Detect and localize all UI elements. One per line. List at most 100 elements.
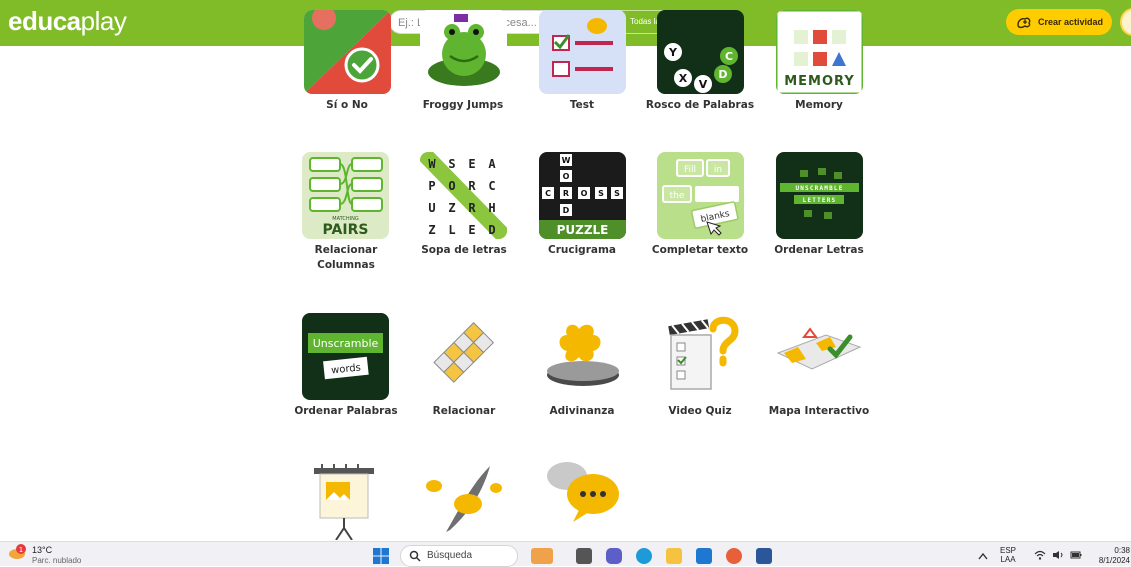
svg-text:A: A [488,157,496,171]
activity-label: Relacionar Columnas [314,244,378,271]
svg-text:Unscramble: Unscramble [313,337,379,350]
battery-icon[interactable] [1070,550,1082,560]
chevron-up-icon[interactable] [978,552,988,560]
activity-tile-dialogo[interactable] [539,458,626,540]
svg-text:C: C [725,50,733,63]
word-app-icon[interactable] [756,548,772,564]
activity-label: Test [569,99,595,111]
activity-tile-ordenar-letras[interactable]: UNSCRAMBLE LETTERS [776,152,863,239]
svg-text:PUZZLE: PUZZLE [557,223,609,237]
activity-label: Froggy Jumps [422,99,504,111]
svg-text:V: V [699,78,708,91]
taskbar-search[interactable]: Búsqueda [400,545,518,567]
activity-tile-si-no[interactable] [304,10,391,94]
svg-text:D: D [488,223,495,237]
teams-chat-icon[interactable] [606,548,622,564]
activity-tile-presentacion[interactable] [302,458,389,540]
firefox-browser-icon[interactable] [726,548,742,564]
frog-icon [420,10,507,94]
svg-text:C: C [545,189,551,198]
unscramble-letters-icon: UNSCRAMBLE LETTERS [776,152,863,239]
windows-taskbar: 1 13°C Parc. nublado Búsqueda ESP LAA 0:38… [0,541,1131,567]
activity-label: Sí o No [326,99,368,111]
fill-in-blanks-icon: Fill in the blanks [657,152,744,239]
quill-speech-icon [420,458,507,540]
svg-text:S: S [598,189,604,198]
letter-wheel-icon: Y C X V D [657,10,744,94]
activity-tile-dictado[interactable] [420,458,507,540]
task-view-icon[interactable] [576,548,592,564]
activity-label: Sopa de letras [421,244,507,256]
yes-no-icon [304,10,391,94]
svg-text:in: in [714,165,722,175]
puzzle-piece-icon [539,313,626,400]
input-language-indicator[interactable]: ESP LAA [1000,546,1016,564]
svg-text:S: S [448,157,455,171]
svg-text:the: the [670,191,685,201]
activity-label: Rosco de Palabras [645,99,755,111]
activity-label: Crucigrama [548,244,616,256]
activity-label: Completar texto [651,244,749,256]
educaplay-logo[interactable]: educaplay [8,6,127,37]
svg-text:O: O [448,179,455,193]
activity-tile-ordenar-palabras[interactable]: Unscramble words [302,313,389,400]
activity-tile-relacionar[interactable] [420,313,507,400]
svg-text:R: R [468,179,476,193]
svg-text:Fill: Fill [684,165,696,175]
svg-text:U: U [428,201,435,215]
activity-tile-sopa[interactable]: WSEA PORC UZRH ZLED [420,152,507,239]
activity-tile-memory[interactable]: MEMORY [776,10,863,94]
mail-icon[interactable] [696,548,712,564]
memory-cards-icon: MEMORY [776,10,863,94]
activity-label: Mapa Interactivo [768,405,870,417]
activity-label: Video Quiz [668,405,732,417]
interactive-map-icon [776,313,863,400]
widgets-app-icon[interactable] [531,548,553,564]
matching-pairs-icon: MATCHING PAIRS [302,152,389,239]
checklist-icon [539,10,626,94]
svg-text:X: X [679,72,688,85]
windows-start-icon[interactable] [373,548,389,564]
activity-tile-adivinanza[interactable] [539,313,626,400]
svg-text:1: 1 [19,546,23,554]
abc-blocks-icon [420,313,507,400]
activity-tile-cruci[interactable]: W O C R O S S D PUZZLE [539,152,626,239]
user-avatar[interactable] [1120,8,1131,36]
weather-icon: 1 [9,544,26,559]
volume-icon[interactable] [1052,550,1064,560]
activity-tile-froggy[interactable] [420,10,507,94]
svg-text:O: O [581,189,588,198]
svg-text:R: R [563,189,569,198]
activity-tile-completar[interactable]: Fill in the blanks [657,152,744,239]
svg-text:S: S [614,189,620,198]
create-activity-icon [1017,17,1031,29]
search-icon [409,550,421,562]
system-clock[interactable]: 0:38 8/1/2024 [1090,546,1130,566]
svg-text:H: H [488,201,495,215]
crossword-icon: W O C R O S S D PUZZLE [539,152,626,239]
svg-text:PAIRS: PAIRS [323,222,369,238]
svg-text:W: W [562,156,571,165]
activity-tile-pairs[interactable]: MATCHING PAIRS [302,152,389,239]
svg-text:Z: Z [428,223,435,237]
activity-tile-rosco[interactable]: Y C X V D [657,10,744,94]
activity-label: Memory [795,99,843,111]
weather-widget[interactable]: 1 13°C Parc. nublado [8,544,81,565]
svg-text:E: E [468,223,475,237]
svg-text:UNSCRAMBLE: UNSCRAMBLE [795,185,843,192]
svg-text:D: D [718,68,727,81]
svg-text:R: R [468,201,476,215]
speech-bubbles-icon [539,458,626,540]
create-activity-button[interactable]: Crear actividad [1006,9,1112,35]
svg-text:LETTERS: LETTERS [803,197,837,204]
activity-label: Relacionar [432,405,496,417]
activity-tile-video-quiz[interactable] [657,313,744,400]
svg-text:E: E [468,157,475,171]
svg-text:L: L [448,223,455,237]
presentation-board-icon [302,458,389,540]
activity-tile-test[interactable] [539,10,626,94]
wifi-icon[interactable] [1034,550,1046,560]
edge-browser-icon[interactable] [636,548,652,564]
activity-tile-mapa[interactable] [776,313,863,400]
file-explorer-icon[interactable] [666,548,682,564]
